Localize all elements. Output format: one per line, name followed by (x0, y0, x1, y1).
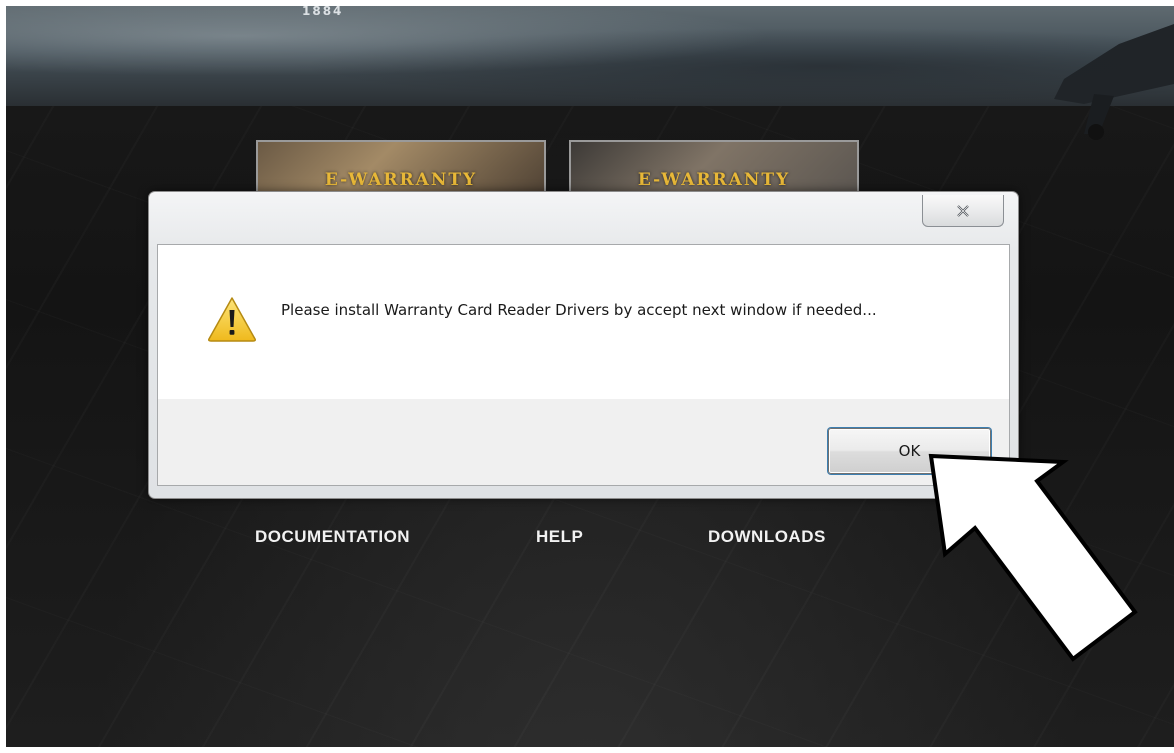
dialog-title-bar[interactable] (149, 192, 1018, 244)
dialog-button-area: OK (158, 399, 1009, 485)
dialog-message: Please install Warranty Card Reader Driv… (281, 301, 877, 319)
header-banner-image: 1884 (6, 6, 1174, 140)
close-button[interactable] (922, 195, 1004, 227)
pointer-arrow-icon (928, 453, 1138, 662)
nav-documentation-link[interactable]: DOCUMENTATION (255, 527, 410, 547)
nav-help-link[interactable]: HELP (536, 527, 583, 547)
dialog-content-area: Please install Warranty Card Reader Driv… (158, 245, 1009, 399)
aircraft-silhouette-icon (1054, 24, 1174, 140)
nav-downloads-link[interactable]: DOWNLOADS (708, 527, 826, 547)
message-dialog: Please install Warranty Card Reader Driv… (148, 191, 1019, 499)
dialog-body: Please install Warranty Card Reader Driv… (157, 244, 1010, 486)
banner-logo-text: 1884 (302, 6, 344, 16)
tile-label: E-WARRANTY (637, 170, 791, 190)
tile-label: E-WARRANTY (324, 170, 478, 190)
warning-icon (208, 297, 256, 342)
close-x-icon (957, 204, 969, 217)
